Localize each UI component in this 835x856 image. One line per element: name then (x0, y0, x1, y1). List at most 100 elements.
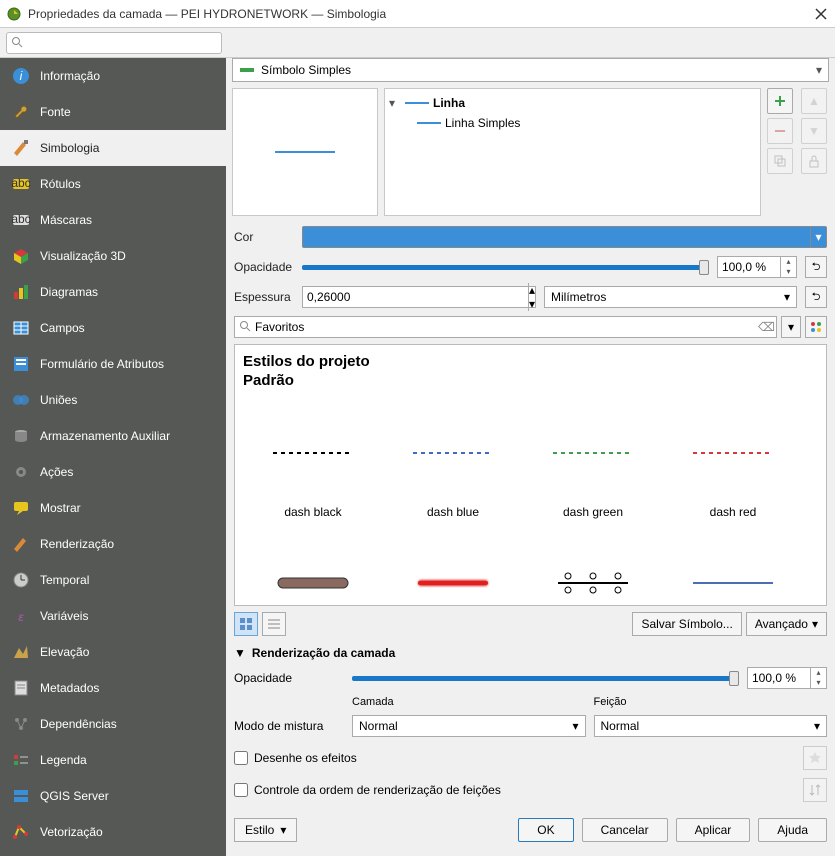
width-data-defined-button[interactable]: ⮌ (805, 286, 827, 308)
sidebar-item-metadados[interactable]: Metadados (0, 670, 226, 706)
style-item[interactable] (383, 531, 523, 606)
style-item[interactable]: dash red (663, 401, 803, 531)
opacity-value-input[interactable] (718, 260, 780, 274)
tree-row-linha[interactable]: ▾ Linha (389, 93, 756, 113)
add-symbol-layer-button[interactable] (767, 88, 793, 114)
spin-down[interactable]: ▾ (811, 678, 826, 688)
sidebar-search-input[interactable] (6, 32, 222, 54)
layer-opacity-spinbox[interactable]: ▴▾ (747, 667, 827, 689)
symbol-layer-tree[interactable]: ▾ Linha Linha Simples (384, 88, 761, 216)
style-preview (383, 531, 523, 606)
move-up-button[interactable]: ▲ (801, 88, 827, 114)
sidebar-item-3d[interactable]: Visualização 3D (0, 238, 226, 274)
renderer-dropdown[interactable]: Símbolo Simples ▾ (232, 58, 829, 82)
move-down-button[interactable]: ▼ (801, 118, 827, 144)
slider-thumb[interactable] (699, 260, 709, 275)
apply-button[interactable]: Aplicar (676, 818, 751, 842)
sidebar-item-armazenamento[interactable]: Armazenamento Auxiliar (0, 418, 226, 454)
blend-feature-header: Feição (594, 696, 828, 708)
lock-button[interactable] (801, 148, 827, 174)
style-manager-button[interactable] (805, 316, 827, 338)
layer-opacity-label: Opacidade (234, 671, 344, 685)
sidebar-item-server[interactable]: QGIS Server (0, 778, 226, 814)
tree-row-linha-simples[interactable]: Linha Simples (389, 113, 756, 133)
blend-layer-dropdown[interactable]: Normal▾ (352, 715, 586, 737)
star-icon (808, 751, 822, 765)
width-spinbox[interactable]: ▴▾ (302, 286, 536, 308)
sidebar-item-legenda[interactable]: Legenda (0, 742, 226, 778)
sidebar-item-simbologia[interactable]: Simbologia (0, 130, 226, 166)
sidebar-item-campos[interactable]: Campos (0, 310, 226, 346)
icon-view-button[interactable] (234, 612, 258, 636)
spin-up[interactable]: ▴ (811, 668, 826, 678)
style-name: dash black (284, 505, 341, 531)
sidebar-item-variaveis[interactable]: ε Variáveis (0, 598, 226, 634)
sidebar-item-elevacao[interactable]: Elevação (0, 634, 226, 670)
sidebar-item-formulario[interactable]: Formulário de Atributos (0, 346, 226, 382)
slider-thumb[interactable] (729, 671, 739, 686)
opacity-slider[interactable] (302, 265, 709, 270)
style-item[interactable]: dash blue (383, 401, 523, 531)
sidebar-item-renderizacao[interactable]: Renderização (0, 526, 226, 562)
style-item[interactable]: dash green (523, 401, 663, 531)
list-view-button[interactable] (262, 612, 286, 636)
clear-search-button[interactable]: ⌫ (758, 320, 772, 334)
layer-opacity-slider[interactable] (352, 676, 739, 681)
svg-text:abc: abc (11, 176, 30, 190)
style-item[interactable]: dash black (243, 401, 383, 531)
clock-icon (10, 569, 32, 591)
sidebar-item-temporal[interactable]: Temporal (0, 562, 226, 598)
chevron-down-icon: ▾ (814, 719, 820, 733)
help-button[interactable]: Ajuda (758, 818, 827, 842)
spin-down[interactable]: ▾ (781, 267, 796, 277)
duplicate-symbol-layer-button[interactable] (767, 148, 793, 174)
sidebar-item-dependencias[interactable]: Dependências (0, 706, 226, 742)
save-symbol-button[interactable]: Salvar Símbolo... (632, 612, 741, 636)
width-value-input[interactable] (303, 290, 528, 304)
remove-symbol-layer-button[interactable] (767, 118, 793, 144)
style-menu-button[interactable]: Estilo ▾ (234, 818, 297, 842)
ok-button[interactable]: OK (518, 818, 573, 842)
sidebar-item-label: Rótulos (40, 177, 81, 191)
effects-settings-button[interactable] (803, 746, 827, 770)
line-swatch (405, 102, 429, 104)
spin-up[interactable]: ▴ (529, 283, 535, 297)
single-symbol-icon (239, 62, 255, 78)
sidebar-item-informacao[interactable]: i Informação (0, 58, 226, 94)
color-button[interactable]: ▾ (302, 226, 827, 248)
style-item[interactable] (523, 531, 663, 606)
grid-icon (239, 617, 253, 631)
sidebar-item-diagramas[interactable]: Diagramas (0, 274, 226, 310)
sidebar-item-vetorizacao[interactable]: Vetorização (0, 814, 226, 850)
spin-up[interactable]: ▴ (781, 257, 796, 267)
sidebar-item-rotulos[interactable]: abc Rótulos (0, 166, 226, 202)
collapse-icon[interactable]: ▾ (389, 96, 401, 110)
opacity-label: Opacidade (234, 260, 294, 274)
sidebar-item-mascaras[interactable]: abc Máscaras (0, 202, 226, 238)
tree-label: Linha Simples (445, 116, 520, 130)
spin-down[interactable]: ▾ (529, 297, 535, 311)
feature-order-checkbox[interactable] (234, 783, 248, 797)
style-tag-dropdown[interactable]: ▾ (781, 316, 801, 338)
blend-feature-dropdown[interactable]: Normal▾ (594, 715, 828, 737)
style-group-header: Padrão (243, 372, 818, 389)
sidebar-item-unioes[interactable]: Uniões (0, 382, 226, 418)
sidebar-item-fonte[interactable]: Fonte (0, 94, 226, 130)
opacity-spinbox[interactable]: ▴▾ (717, 256, 797, 278)
style-search-box[interactable]: ⌫ (234, 316, 777, 338)
opacity-data-defined-button[interactable]: ⮌ (805, 256, 827, 278)
advanced-button[interactable]: Avançado▾ (746, 612, 827, 636)
draw-effects-checkbox[interactable] (234, 751, 248, 765)
sidebar-item-mostrar[interactable]: Mostrar (0, 490, 226, 526)
feature-order-settings-button[interactable] (803, 778, 827, 802)
cancel-button[interactable]: Cancelar (582, 818, 668, 842)
style-search-input[interactable] (255, 320, 758, 334)
style-item[interactable] (663, 531, 803, 606)
style-item[interactable] (243, 531, 383, 606)
width-unit-dropdown[interactable]: Milímetros ▾ (544, 286, 797, 308)
layer-opacity-value-input[interactable] (748, 671, 810, 685)
color-dropdown-arrow[interactable]: ▾ (810, 227, 826, 247)
sidebar-item-acoes[interactable]: Ações (0, 454, 226, 490)
layer-rendering-header[interactable]: ▼ Renderização da camada (226, 640, 835, 662)
close-button[interactable] (813, 6, 829, 22)
